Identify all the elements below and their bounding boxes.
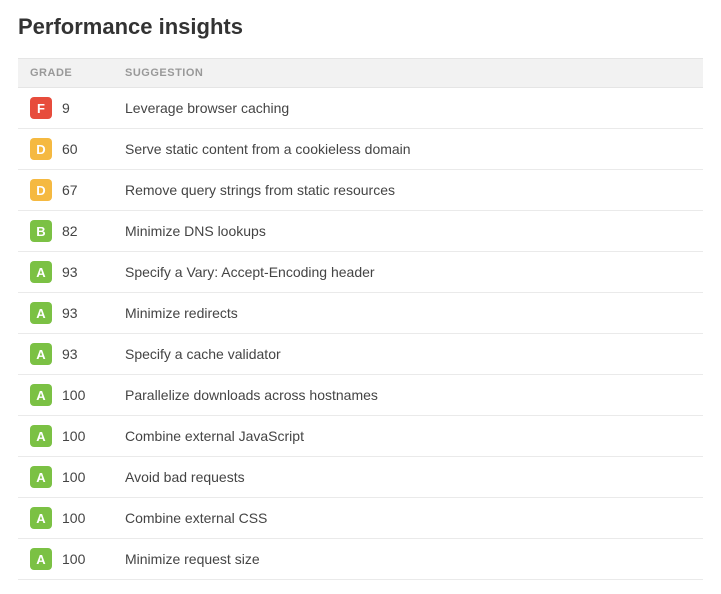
column-header-suggestion[interactable]: SUGGESTION bbox=[113, 59, 703, 88]
grade-badge: A bbox=[30, 343, 52, 365]
suggestion-cell: Parallelize downloads across hostnames bbox=[113, 375, 703, 416]
grade-score: 67 bbox=[62, 182, 78, 198]
grade-score: 93 bbox=[62, 264, 78, 280]
grade-badge: A bbox=[30, 548, 52, 570]
suggestion-text: Serve static content from a cookieless d… bbox=[125, 141, 411, 157]
grade-badge: A bbox=[30, 466, 52, 488]
grade-score: 100 bbox=[62, 428, 85, 444]
grade-score: 100 bbox=[62, 387, 85, 403]
suggestion-cell: Minimize request size bbox=[113, 539, 703, 580]
grade-cell: A 100 bbox=[18, 375, 113, 416]
grade-cell: A 93 bbox=[18, 334, 113, 375]
suggestion-cell: Remove query strings from static resourc… bbox=[113, 170, 703, 211]
table-row[interactable]: A 93 Minimize redirects bbox=[18, 293, 703, 334]
grade-badge: A bbox=[30, 384, 52, 406]
grade-cell: A 100 bbox=[18, 539, 113, 580]
column-header-grade[interactable]: GRADE bbox=[18, 59, 113, 88]
table-row[interactable]: D 67 Remove query strings from static reso… bbox=[18, 170, 703, 211]
suggestion-text: Specify a cache validator bbox=[125, 346, 281, 362]
grade-badge: A bbox=[30, 302, 52, 324]
suggestion-text: Combine external CSS bbox=[125, 510, 267, 526]
table-row[interactable]: D 60 Serve static content from a cookieles… bbox=[18, 129, 703, 170]
suggestion-text: Minimize redirects bbox=[125, 305, 238, 321]
grade-score: 100 bbox=[62, 551, 85, 567]
suggestion-cell: Leverage browser caching bbox=[113, 88, 703, 129]
table-row[interactable]: B 82 Minimize DNS lookups bbox=[18, 211, 703, 252]
grade-score: 93 bbox=[62, 305, 78, 321]
table-row[interactable]: A 100 Combine external JavaScript bbox=[18, 416, 703, 457]
suggestion-cell: Avoid bad requests bbox=[113, 457, 703, 498]
suggestion-text: Leverage browser caching bbox=[125, 100, 289, 116]
suggestion-cell: Minimize redirects bbox=[113, 293, 703, 334]
grade-cell: D 60 bbox=[18, 129, 113, 170]
suggestion-cell: Specify a cache validator bbox=[113, 334, 703, 375]
grade-badge: B bbox=[30, 220, 52, 242]
suggestion-text: Remove query strings from static resourc… bbox=[125, 182, 395, 198]
suggestion-text: Minimize request size bbox=[125, 551, 260, 567]
suggestion-cell: Specify a Vary: Accept-Encoding header bbox=[113, 252, 703, 293]
grade-badge: D bbox=[30, 179, 52, 201]
page-title: Performance insights bbox=[18, 14, 703, 40]
grade-badge: A bbox=[30, 261, 52, 283]
table-row[interactable]: F9 Leverage browser caching bbox=[18, 88, 703, 129]
suggestion-cell: Combine external JavaScript bbox=[113, 416, 703, 457]
grade-score: 60 bbox=[62, 141, 78, 157]
grade-score: 100 bbox=[62, 510, 85, 526]
table-row[interactable]: A 93 Specify a cache validator bbox=[18, 334, 703, 375]
table-row[interactable]: A 100 Avoid bad requests bbox=[18, 457, 703, 498]
grade-cell: D 67 bbox=[18, 170, 113, 211]
table-row[interactable]: A 93 Specify a Vary: Accept-Encoding heade… bbox=[18, 252, 703, 293]
insights-table: GRADE SUGGESTION F9 Leverage browser cach… bbox=[18, 58, 703, 580]
grade-badge: A bbox=[30, 507, 52, 529]
suggestion-cell: Combine external CSS bbox=[113, 498, 703, 539]
grade-cell: A 100 bbox=[18, 457, 113, 498]
grade-cell: A 100 bbox=[18, 416, 113, 457]
grade-badge: D bbox=[30, 138, 52, 160]
suggestion-text: Avoid bad requests bbox=[125, 469, 245, 485]
suggestion-text: Specify a Vary: Accept-Encoding header bbox=[125, 264, 375, 280]
grade-cell: A 93 bbox=[18, 293, 113, 334]
grade-cell: A 93 bbox=[18, 252, 113, 293]
suggestion-text: Combine external JavaScript bbox=[125, 428, 304, 444]
grade-cell: F9 bbox=[18, 88, 113, 129]
table-row[interactable]: A 100 Parallelize downloads across hostnam… bbox=[18, 375, 703, 416]
table-row[interactable]: A 100 Combine external CSS bbox=[18, 498, 703, 539]
suggestion-cell: Serve static content from a cookieless d… bbox=[113, 129, 703, 170]
grade-cell: B 82 bbox=[18, 211, 113, 252]
grade-score: 82 bbox=[62, 223, 78, 239]
grade-cell: A 100 bbox=[18, 498, 113, 539]
suggestion-text: Parallelize downloads across hostnames bbox=[125, 387, 378, 403]
grade-score: 93 bbox=[62, 346, 78, 362]
grade-badge: A bbox=[30, 425, 52, 447]
grade-score: 9 bbox=[62, 100, 70, 116]
suggestion-cell: Minimize DNS lookups bbox=[113, 211, 703, 252]
grade-score: 100 bbox=[62, 469, 85, 485]
table-row[interactable]: A 100 Minimize request size bbox=[18, 539, 703, 580]
suggestion-text: Minimize DNS lookups bbox=[125, 223, 266, 239]
grade-badge: F bbox=[30, 97, 52, 119]
